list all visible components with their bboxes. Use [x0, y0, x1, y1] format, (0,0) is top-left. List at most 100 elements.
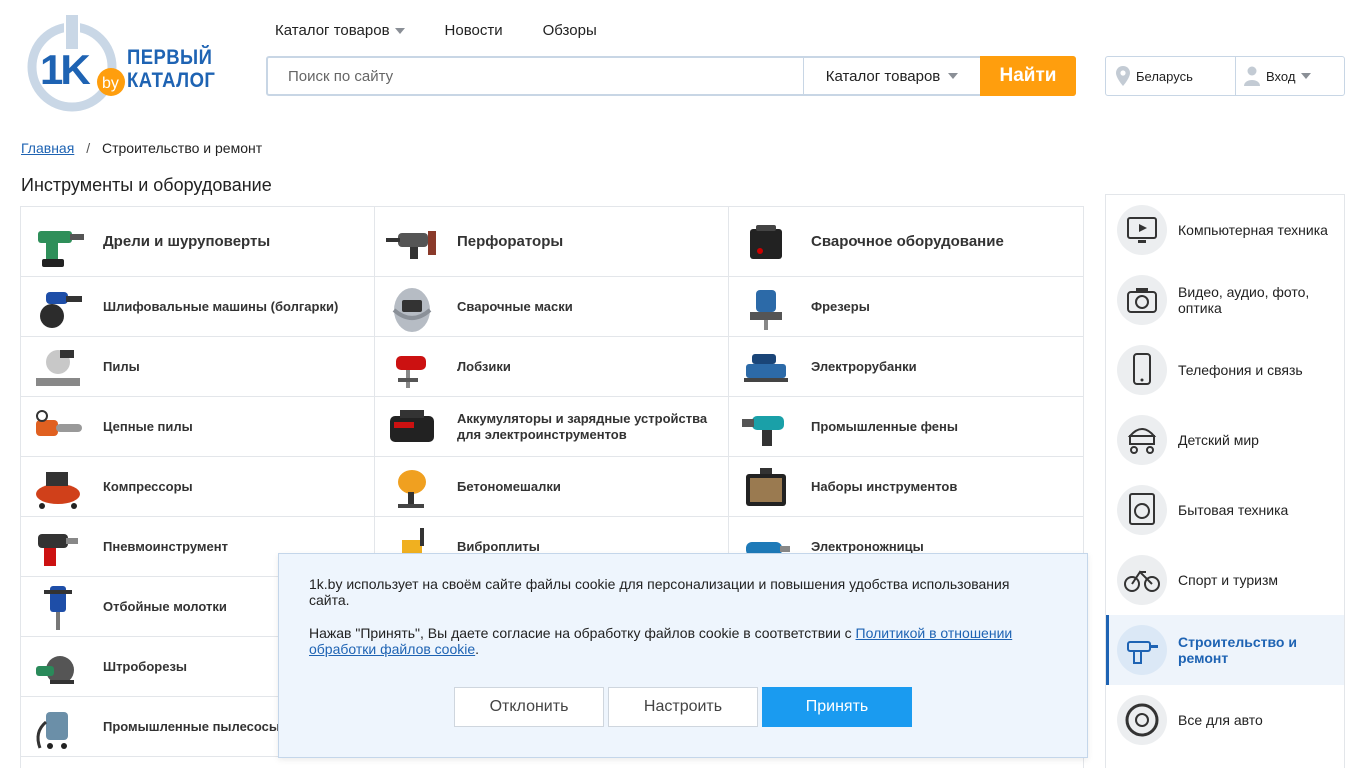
cookie-consent-dialog: 1k.by использует на своём сайте файлы co…: [278, 553, 1088, 758]
welder-icon: [737, 216, 795, 268]
category-label: Промышленные фены: [811, 418, 958, 434]
sidebar-categories: Компьютерная техника Видео, аудио, фото, …: [1105, 194, 1345, 768]
chevron-down-icon: [1301, 73, 1312, 79]
category-item[interactable]: Аккумуляторы и зарядные устройства для э…: [375, 397, 729, 457]
location-pin-icon: [1116, 66, 1130, 86]
site-logo[interactable]: 1K by ПЕРВЫЙ КАТАЛОГ: [26, 12, 226, 116]
sidebar-item-label: Строительство и ремонт: [1178, 634, 1297, 666]
nav-reviews[interactable]: Обзоры: [543, 22, 597, 39]
category-label: Шлифовальные машины (болгарки): [103, 298, 339, 314]
login-button[interactable]: Вход: [1236, 57, 1344, 95]
category-item[interactable]: Дрели и шуруповерты: [21, 207, 375, 277]
category-label: Бетономешалки: [457, 478, 561, 494]
region-select[interactable]: Беларусь: [1106, 57, 1236, 95]
page-title: Инструменты и оборудование: [21, 175, 272, 195]
search-button[interactable]: Найти: [980, 56, 1076, 96]
category-item[interactable]: Пилы: [21, 337, 375, 397]
impact-wrench-icon: [29, 521, 87, 573]
sidebar-item[interactable]: Спорт и туризм: [1106, 545, 1344, 615]
chainsaw-icon: [29, 401, 87, 453]
category-label: Сварочное оборудование: [811, 232, 1004, 250]
category-item[interactable]: Шлифовальные машины (болгарки): [21, 277, 375, 337]
user-controls: Беларусь Вход: [1105, 56, 1345, 96]
category-label: Цепные пилы: [103, 418, 193, 434]
demolition-hammer-icon: [29, 581, 87, 633]
stroller-icon: [1117, 415, 1167, 465]
cookie-consent-text: Нажав "Принять", Вы даете согласие на об…: [309, 625, 1013, 657]
logo-mark-icon: 1K by: [27, 15, 125, 112]
battery-icon: [383, 401, 441, 453]
sidebar-item[interactable]: Строительство и ремонт: [1106, 615, 1344, 685]
camera-icon: [1117, 275, 1167, 325]
sidebar-item[interactable]: Бытовая техника: [1106, 475, 1344, 545]
category-item[interactable]: Промышленные фены: [729, 397, 1083, 457]
sidebar-item-label: Видео, аудио, фото, оптика: [1178, 284, 1310, 316]
category-label: Аккумуляторы и зарядные устройства для э…: [457, 410, 708, 442]
category-label: Дрели и шуруповерты: [103, 232, 271, 250]
category-label: Сварочные маски: [457, 298, 573, 314]
miter-saw-icon: [29, 341, 87, 393]
logo-text: ПЕРВЫЙ КАТАЛОГ: [127, 46, 216, 92]
wheel-icon: [1117, 695, 1167, 745]
category-label: Отбойные молотки: [103, 598, 227, 614]
nav-news[interactable]: Новости: [445, 22, 503, 39]
category-item[interactable]: Бетономешалки: [375, 457, 729, 517]
washing-machine-icon: [1117, 485, 1167, 535]
sidebar-item-label: Все для авто: [1178, 712, 1263, 728]
toolbox-icon: [737, 461, 795, 513]
configure-button[interactable]: Настроить: [608, 687, 758, 727]
welding-mask-icon: [383, 281, 441, 333]
concrete-mixer-icon: [383, 461, 441, 513]
category-item[interactable]: Лобзики: [375, 337, 729, 397]
svg-text:by: by: [102, 75, 119, 92]
drill-icon: [1117, 625, 1167, 675]
category-label: Промышленные пылесосы: [103, 718, 281, 734]
breadcrumb: Главная / Строительство и ремонт: [21, 140, 262, 156]
category-label: Компрессоры: [103, 478, 193, 494]
wall-chaser-icon: [29, 641, 87, 693]
sidebar-item[interactable]: Детский мир: [1106, 405, 1344, 475]
search-input[interactable]: [268, 58, 803, 94]
top-navigation: Каталог товаров Новости Обзоры: [275, 22, 597, 39]
category-item[interactable]: Цепные пилы: [21, 397, 375, 457]
phone-icon: [1117, 345, 1167, 395]
decline-button[interactable]: Отклонить: [454, 687, 604, 727]
category-item[interactable]: Компрессоры: [21, 457, 375, 517]
router-icon: [737, 281, 795, 333]
user-icon: [1244, 66, 1260, 86]
sidebar-item[interactable]: Компьютерная техника: [1106, 195, 1344, 265]
nav-catalog[interactable]: Каталог товаров: [275, 22, 405, 39]
drill-icon: [29, 216, 87, 268]
sidebar-item[interactable]: Видео, аудио, фото, оптика: [1106, 265, 1344, 335]
search-bar: Каталог товаров Найти: [266, 56, 1076, 96]
category-item[interactable]: Фрезеры: [729, 277, 1083, 337]
category-item[interactable]: Электрорубанки: [729, 337, 1083, 397]
sidebar-item-label: Бытовая техника: [1178, 502, 1289, 518]
heat-gun-icon: [737, 401, 795, 453]
category-label: Штроборезы: [103, 658, 188, 674]
compressor-icon: [29, 461, 87, 513]
category-label: Перфораторы: [457, 232, 564, 250]
sidebar-item[interactable]: Все для авто: [1106, 685, 1344, 755]
accept-button[interactable]: Принять: [762, 687, 912, 727]
vacuum-icon: [29, 701, 87, 753]
planer-icon: [737, 341, 795, 393]
category-item[interactable]: Наборы инструментов: [729, 457, 1083, 517]
cookie-text: 1k.by использует на своём сайте файлы co…: [309, 576, 1010, 608]
breadcrumb-separator: /: [86, 140, 91, 156]
sidebar-item-label: Телефония и связь: [1178, 362, 1303, 378]
search-scope-select[interactable]: Каталог товаров: [803, 58, 980, 94]
category-label: Электрорубанки: [811, 358, 917, 374]
category-item[interactable]: Перфораторы: [375, 207, 729, 277]
sidebar-item[interactable]: Телефония и связь: [1106, 335, 1344, 405]
category-item[interactable]: Сварочные маски: [375, 277, 729, 337]
sidebar-item-label: Компьютерная техника: [1178, 222, 1328, 238]
category-item[interactable]: Сварочное оборудование: [729, 207, 1083, 277]
chevron-down-icon: [394, 27, 405, 34]
breadcrumb-current: Строительство и ремонт: [101, 140, 263, 156]
category-label: Пилы: [103, 358, 140, 374]
breadcrumb-home[interactable]: Главная: [21, 140, 74, 156]
category-label: Лобзики: [457, 358, 511, 374]
category-label: Наборы инструментов: [811, 478, 958, 494]
hammer-drill-icon: [383, 216, 441, 268]
